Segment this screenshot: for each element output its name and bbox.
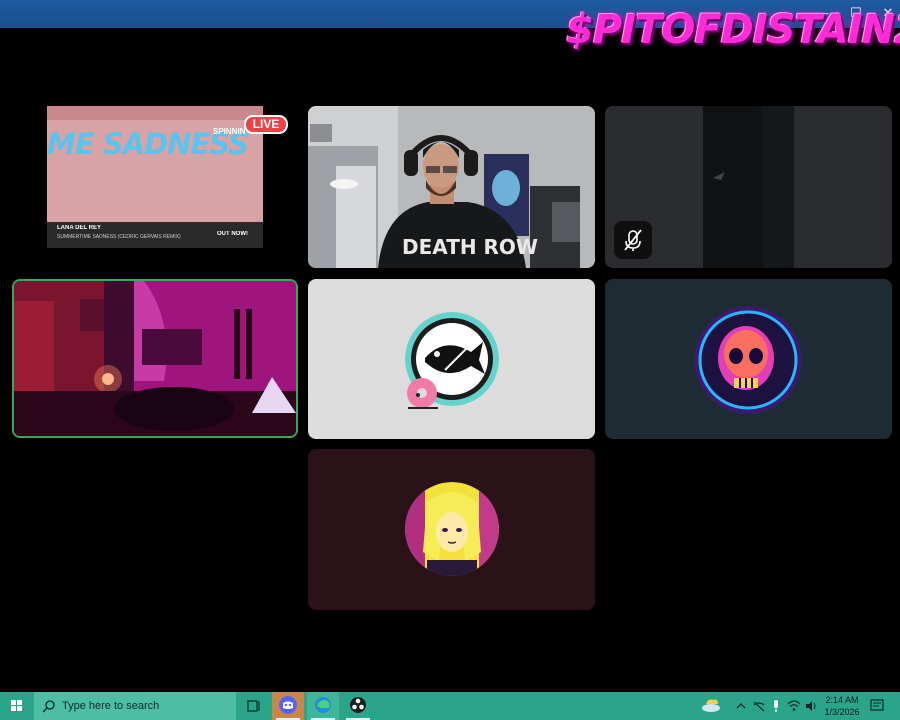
clock-date: 1/3/2026 (824, 707, 860, 717)
screen: — ☐ ✕ $PITOFDISTAIN27 ME SADNESS SPINNIN… (0, 0, 900, 720)
video-song: SUMMERTIME SADNESS (CEDRIC GERVAIS REMIX… (57, 234, 181, 240)
video-caption-bar: LANA DEL REY SUMMERTIME SADNESS (CEDRIC … (47, 222, 263, 248)
weather-icon[interactable] (700, 692, 722, 720)
video-stripe (47, 106, 263, 120)
donut-sticker (407, 378, 438, 409)
stream-tile-screenshare[interactable]: ME SADNESS SPINNIN' LANA DEL REY SUMMERT… (47, 106, 263, 268)
pink-room-image (14, 281, 296, 436)
taskbar-discord[interactable] (272, 692, 304, 720)
start-button[interactable] (0, 692, 34, 720)
dark-video-image (703, 106, 794, 268)
anime-avatar (405, 482, 499, 576)
stream-overlay-title: $PITOFDISTAIN27 (566, 7, 900, 53)
discord-icon (279, 696, 297, 714)
task-view-icon (247, 700, 260, 712)
search-icon (42, 700, 55, 713)
taskbar-obs[interactable] (342, 692, 374, 720)
taskbar-edge[interactable] (307, 692, 339, 720)
clock-time: 2:14 AM (825, 695, 859, 705)
wifi-icon[interactable] (786, 692, 802, 720)
task-view-button[interactable] (238, 692, 270, 720)
video-tile-speaking[interactable] (12, 279, 298, 438)
dark-video-feed (703, 106, 794, 268)
video-tile-webcam[interactable]: DEATH ROW (308, 106, 595, 268)
audio-tile-skull-avatar[interactable] (605, 279, 892, 439)
webcam-image: DEATH ROW (308, 106, 595, 268)
video-out-now: OUT NOW! (217, 231, 248, 237)
obs-icon (350, 697, 366, 713)
microphone-icon[interactable] (770, 692, 782, 720)
windows-taskbar: Type here to search 2:14 AM 1/3/2026 (0, 692, 900, 720)
video-frame: ME SADNESS SPINNIN' (47, 106, 263, 222)
windows-logo-icon (11, 700, 22, 711)
video-artist: LANA DEL REY (57, 225, 102, 231)
audio-tile-fish-avatar[interactable] (308, 279, 595, 439)
svg-text:DEATH ROW: DEATH ROW (402, 235, 538, 259)
skull-avatar (694, 306, 802, 414)
notification-icon[interactable] (868, 692, 886, 720)
live-badge: LIVE (244, 115, 288, 134)
search-placeholder: Type here to search (62, 700, 160, 712)
video-tile-dark[interactable] (605, 106, 892, 268)
taskbar-search-box[interactable]: Type here to search (34, 692, 236, 720)
mic-muted-icon (614, 221, 652, 259)
taskbar-clock[interactable]: 2:14 AM 1/3/2026 (820, 694, 864, 720)
audio-tile-anime-avatar[interactable] (308, 449, 595, 610)
volume-icon[interactable] (804, 692, 818, 720)
network-off-icon[interactable] (752, 692, 766, 720)
chevron-up-icon[interactable] (734, 692, 748, 720)
edge-icon (315, 697, 331, 713)
